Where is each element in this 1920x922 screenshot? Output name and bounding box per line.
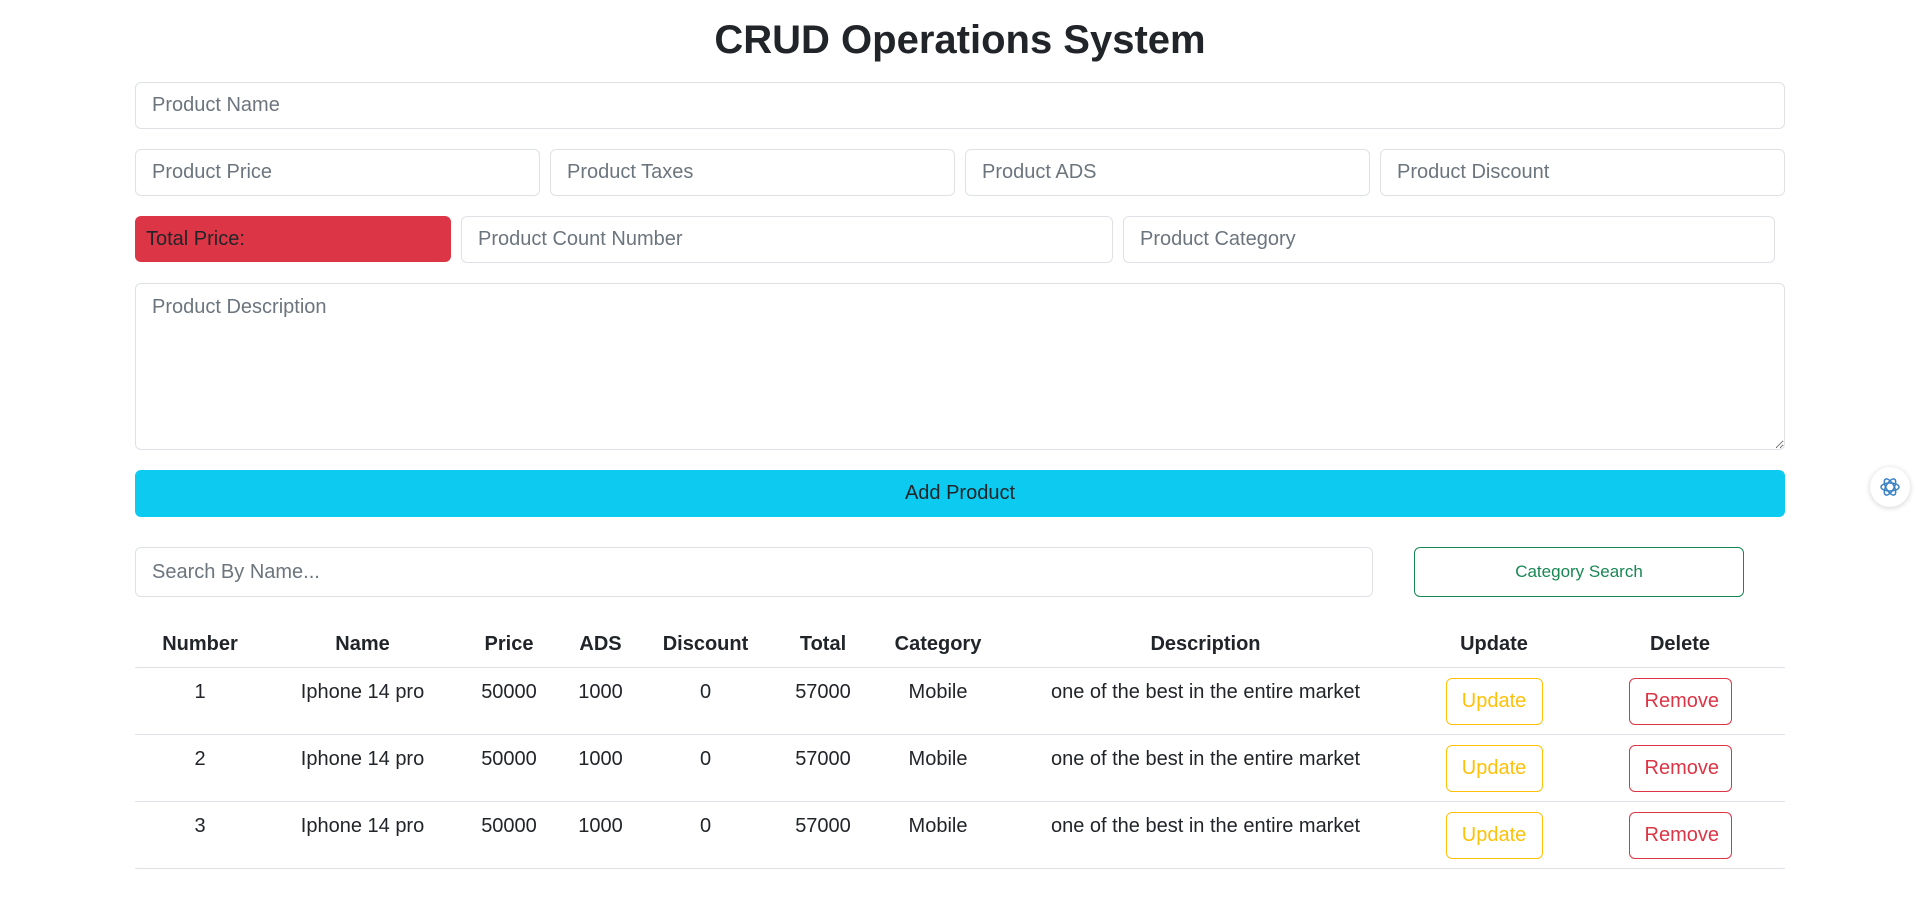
cell-total: 57000	[768, 801, 878, 869]
cell-price: 50000	[460, 734, 558, 802]
product-ads-input[interactable]	[965, 149, 1370, 196]
cell-category: Mobile	[878, 667, 998, 735]
header-category: Category	[878, 622, 998, 668]
total-price-label: Total Price:	[146, 228, 245, 250]
add-product-button[interactable]: Add Product	[135, 470, 1785, 517]
product-discount-input[interactable]	[1380, 149, 1785, 196]
page-title: CRUD Operations System	[714, 18, 1206, 62]
remove-button[interactable]: Remove	[1628, 745, 1732, 792]
cell-description: one of the best in the entire market	[998, 801, 1413, 869]
product-price-input[interactable]	[135, 149, 540, 196]
total-price-display: Total Price:	[135, 216, 451, 262]
header-delete: Delete	[1575, 622, 1785, 668]
search-by-name-input[interactable]	[135, 547, 1373, 597]
category-search-button[interactable]: Category Search	[1414, 547, 1744, 597]
header-number: Number	[135, 622, 265, 668]
cell-total: 57000	[768, 667, 878, 735]
remove-button[interactable]: Remove	[1628, 812, 1732, 859]
cell-description: one of the best in the entire market	[998, 734, 1413, 802]
cell-name: Iphone 14 pro	[265, 734, 460, 802]
update-button[interactable]: Update	[1445, 678, 1543, 725]
page: CRUD Operations System Total Price: Add …	[0, 0, 1920, 922]
cell-category: Mobile	[878, 734, 998, 802]
cell-name: Iphone 14 pro	[265, 801, 460, 869]
cell-discount: 0	[643, 667, 768, 735]
remove-button[interactable]: Remove	[1628, 678, 1732, 725]
cell-ads: 1000	[558, 801, 643, 869]
update-button[interactable]: Update	[1445, 745, 1543, 792]
assistant-widget-button[interactable]	[1870, 467, 1910, 507]
cell-discount: 0	[643, 801, 768, 869]
cell-update: Update	[1413, 801, 1575, 869]
header-update: Update	[1413, 622, 1575, 668]
header-description: Description	[998, 622, 1413, 668]
cell-price: 50000	[460, 667, 558, 735]
cell-category: Mobile	[878, 801, 998, 869]
cell-delete: Remove	[1575, 667, 1785, 735]
cell-ads: 1000	[558, 734, 643, 802]
header-name: Name	[265, 622, 460, 668]
header-total: Total	[768, 622, 878, 668]
header-ads: ADS	[558, 622, 643, 668]
assistant-icon	[1880, 478, 1900, 496]
cell-price: 50000	[460, 801, 558, 869]
cell-description: one of the best in the entire market	[998, 667, 1413, 735]
cell-update: Update	[1413, 667, 1575, 735]
cell-update: Update	[1413, 734, 1575, 802]
product-count-input[interactable]	[461, 216, 1113, 263]
update-button[interactable]: Update	[1445, 812, 1543, 859]
cell-discount: 0	[643, 734, 768, 802]
product-name-input[interactable]	[135, 82, 1785, 129]
cell-number: 1	[135, 667, 265, 735]
product-category-input[interactable]	[1123, 216, 1775, 263]
product-taxes-input[interactable]	[550, 149, 955, 196]
header-discount: Discount	[643, 622, 768, 668]
table-row: 2 Iphone 14 pro 50000 1000 0 57000 Mobil…	[135, 734, 1785, 802]
header-price: Price	[460, 622, 558, 668]
product-description-textarea[interactable]	[135, 283, 1785, 450]
cell-delete: Remove	[1575, 734, 1785, 802]
cell-ads: 1000	[558, 667, 643, 735]
cell-number: 2	[135, 734, 265, 802]
table-header-row: Number Name Price ADS Discount Total Cat…	[135, 622, 1785, 668]
products-table: Number Name Price ADS Discount Total Cat…	[135, 622, 1785, 869]
cell-delete: Remove	[1575, 801, 1785, 869]
cell-number: 3	[135, 801, 265, 869]
table-row: 1 Iphone 14 pro 50000 1000 0 57000 Mobil…	[135, 667, 1785, 735]
table-row: 3 Iphone 14 pro 50000 1000 0 57000 Mobil…	[135, 801, 1785, 869]
cell-total: 57000	[768, 734, 878, 802]
cell-name: Iphone 14 pro	[265, 667, 460, 735]
